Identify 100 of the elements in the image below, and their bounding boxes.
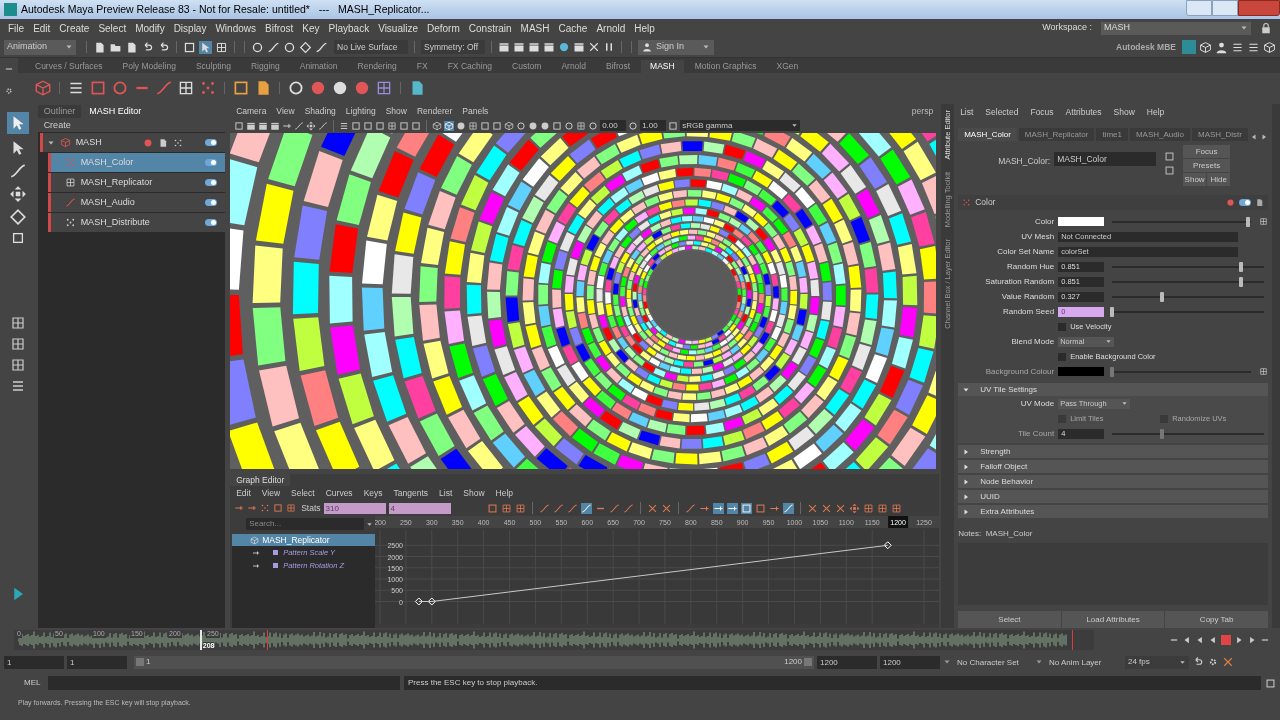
menu-item[interactable]: Select (291, 486, 315, 500)
disc-icon[interactable] (540, 120, 551, 131)
cube-icon[interactable] (432, 120, 443, 131)
menu-item[interactable]: File (8, 20, 25, 36)
clapper-icon[interactable] (543, 41, 555, 53)
cube-icon[interactable] (1199, 40, 1212, 54)
menu-item[interactable]: Modify (135, 20, 165, 36)
curve-icon[interactable] (315, 40, 328, 54)
grid-icon[interactable] (468, 120, 479, 131)
play-backwards-icon[interactable] (1208, 635, 1218, 645)
menu-item[interactable]: Show (385, 104, 407, 118)
curve-icon[interactable] (267, 40, 280, 54)
circle-icon[interactable] (588, 120, 599, 131)
caret-icon[interactable] (943, 658, 951, 666)
square-icon[interactable] (399, 120, 410, 131)
workspace-dropdown[interactable]: MASH (1101, 21, 1251, 35)
symmetry-dropdown[interactable]: Symmetry: Off (421, 40, 485, 54)
stats-field[interactable]: 4 (388, 502, 451, 514)
menu-item[interactable]: List (960, 105, 974, 119)
grid-icon[interactable] (500, 502, 512, 514)
circle-icon[interactable] (516, 120, 527, 131)
curve-icon[interactable] (782, 502, 794, 514)
panel-button[interactable]: Select (958, 611, 1061, 628)
cross-icon[interactable] (1222, 656, 1234, 668)
menu-item[interactable]: Camera (236, 104, 267, 118)
menu-item[interactable]: Arnold (596, 20, 626, 36)
toggle-switch[interactable] (205, 139, 218, 146)
menu-item[interactable]: Bifrost (265, 20, 294, 36)
step-forward-icon[interactable] (1234, 635, 1244, 645)
square-icon[interactable] (1164, 151, 1176, 162)
node-row[interactable]: MASH_Replicator (47, 173, 226, 192)
current-frame-marker[interactable] (199, 630, 202, 650)
menu-item[interactable]: MASH (520, 20, 550, 36)
menu-item[interactable]: Tangents (393, 486, 429, 500)
step-forward-key-icon[interactable] (1247, 635, 1257, 645)
menu-item[interactable]: Attributes (1065, 105, 1102, 119)
square-icon[interactable] (363, 120, 374, 131)
disc-icon[interactable] (528, 120, 539, 131)
clapper-icon[interactable] (258, 120, 269, 131)
toggle-switch[interactable] (205, 179, 218, 186)
caret-icon[interactable] (366, 520, 374, 528)
square-icon[interactable] (351, 120, 362, 131)
checker-icon[interactable] (1259, 217, 1268, 226)
menu-item[interactable]: View (276, 104, 295, 118)
square-icon[interactable] (552, 120, 563, 131)
menu-item[interactable]: Select (98, 20, 127, 36)
caret-icon[interactable] (1035, 658, 1043, 666)
slider-thumb[interactable] (1110, 306, 1115, 317)
panel-button[interactable]: Load Attributes (1061, 611, 1165, 628)
slider-thumb[interactable] (1246, 216, 1251, 227)
pause-icon[interactable] (603, 41, 615, 53)
dots-icon[interactable] (260, 503, 271, 513)
collapsible-section-header[interactable]: Extra Attributes (958, 505, 1268, 518)
lock-icon[interactable] (1260, 22, 1272, 34)
cross-icon[interactable] (834, 502, 846, 514)
stats-field[interactable]: 310 (323, 502, 386, 514)
disc-icon[interactable] (456, 120, 467, 131)
time-ruler[interactable] (375, 516, 940, 528)
node-row[interactable]: MASH_Audio (47, 193, 226, 212)
menu-item[interactable]: Renderer (416, 104, 453, 118)
grid-icon[interactable] (9, 315, 26, 331)
keyframe-marker[interactable] (415, 597, 423, 606)
clapper-icon[interactable] (573, 41, 585, 53)
slider-thumb[interactable] (1159, 291, 1164, 302)
menu-item[interactable]: Deform (427, 20, 460, 36)
square-icon[interactable] (1164, 165, 1176, 176)
file-icon[interactable] (158, 137, 169, 148)
checkbox[interactable] (1058, 352, 1067, 361)
collapsible-section-header[interactable]: Node Behavior (958, 475, 1268, 488)
color-swatch[interactable] (1058, 217, 1105, 226)
step-back-icon[interactable] (1195, 635, 1205, 645)
playback-end-field[interactable]: 1200 (817, 655, 877, 669)
clapper-icon[interactable] (513, 41, 525, 53)
gear-icon[interactable] (1207, 656, 1219, 668)
toggle-switch[interactable] (205, 159, 218, 166)
hide-button[interactable]: Hide (1207, 173, 1231, 186)
square-icon[interactable] (375, 120, 386, 131)
menu-item[interactable]: Focus (1030, 105, 1054, 119)
file-icon[interactable] (125, 40, 138, 54)
panel-button[interactable]: Copy Tab (1165, 611, 1268, 628)
cube-icon[interactable] (1263, 40, 1276, 54)
exposure-field[interactable]: 0.00 (600, 120, 627, 131)
grid-icon[interactable] (876, 502, 888, 514)
node-tab[interactable]: time1 (1096, 128, 1128, 141)
node-tab[interactable]: MASH_Replicator (1018, 128, 1095, 141)
collapsible-section-header[interactable]: UV Tile Settings (958, 383, 1268, 396)
menu-item[interactable]: Lighting (345, 104, 376, 118)
menu-item[interactable]: Key (302, 20, 320, 36)
lines-icon[interactable] (339, 120, 350, 131)
menu-item[interactable]: Keys (363, 486, 383, 500)
menu-item[interactable]: Playback (328, 20, 370, 36)
curve-tree-item[interactable]: MASH_Replicator (232, 534, 376, 546)
checkbox[interactable] (1058, 322, 1067, 331)
arrow-icon[interactable] (199, 40, 212, 54)
sign-in-dropdown[interactable]: Sign In (638, 39, 714, 55)
collapsible-section-header[interactable]: UUID (958, 490, 1268, 503)
menu-item[interactable]: Display (173, 20, 207, 36)
range-handle[interactable] (804, 658, 812, 666)
grid-icon[interactable] (387, 120, 398, 131)
live-surface-field[interactable]: No Live Surface (334, 40, 408, 54)
